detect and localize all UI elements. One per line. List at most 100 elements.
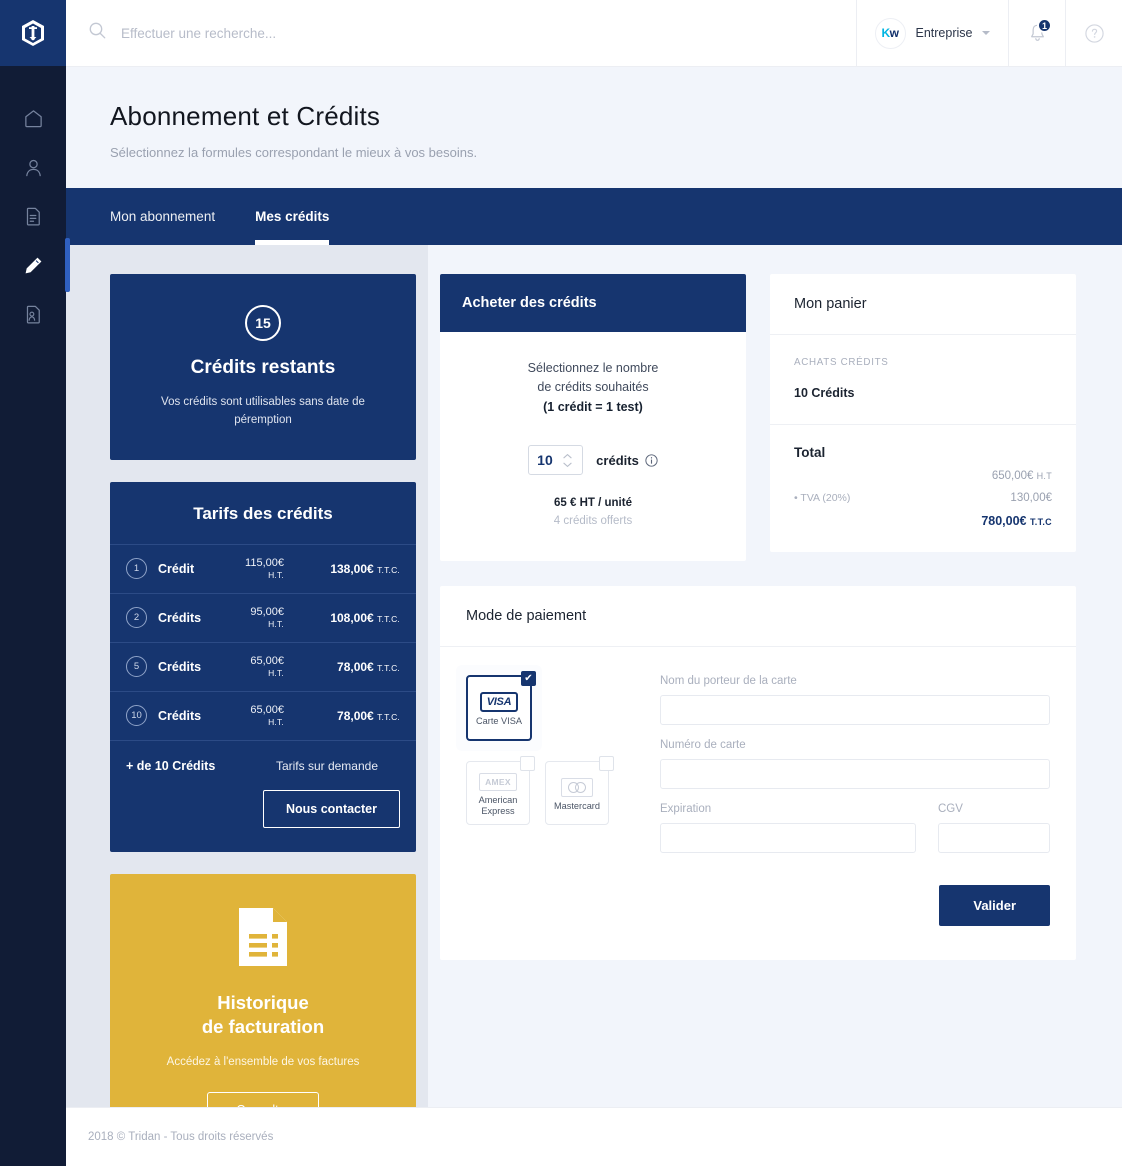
tariff-ttc-suffix: T.T.C. bbox=[377, 564, 400, 575]
stepper-arrows[interactable] bbox=[563, 453, 572, 468]
right-region: Kw Entreprise 1 bbox=[66, 0, 1122, 1166]
mastercard-logo-icon bbox=[561, 777, 593, 797]
chevron-down-icon bbox=[982, 31, 991, 35]
payment-method-amex[interactable]: AMEX American Express bbox=[466, 756, 535, 826]
tariff-ttc-suffix: T.T.C. bbox=[377, 662, 400, 673]
sidebar-item-edit[interactable] bbox=[0, 238, 70, 292]
visa-logo-icon: VISA bbox=[479, 692, 519, 713]
field-cardnumber: Numéro de carte bbox=[660, 739, 1050, 790]
tariffs-more-value: Tarifs sur demande bbox=[275, 758, 378, 773]
tab-bar: Mon abonnement Mes crédits bbox=[66, 188, 1122, 245]
field-expiration: Expiration bbox=[660, 803, 916, 854]
tariff-ht-cell: 115,00€ H.T. bbox=[236, 557, 292, 581]
billing-title-line1: Historique bbox=[217, 991, 309, 1013]
account-name: Entreprise bbox=[915, 26, 973, 40]
cart-line-ttc: 780,00€ T.T.C bbox=[794, 514, 1052, 528]
buy-lead-line2: de crédits souhaités bbox=[537, 380, 649, 395]
payment-method-visa[interactable]: ✔ VISA Carte VISA bbox=[466, 671, 536, 742]
avatar: Kw bbox=[874, 17, 906, 49]
search-icon bbox=[88, 21, 107, 45]
table-row: 10 Crédits 65,00€ H.T. 78,00€ T.T.C. bbox=[110, 690, 416, 740]
tab-mon-abonnement[interactable]: Mon abonnement bbox=[110, 188, 215, 245]
credits-remaining-label: Crédits restants bbox=[190, 357, 336, 378]
tariff-ttc-value: 108,00€ bbox=[330, 610, 374, 625]
tariff-ht-value: 115,00€ bbox=[245, 556, 284, 569]
cardholder-input[interactable] bbox=[660, 695, 1050, 726]
tariff-ht-cell: 65,00€ H.T. bbox=[236, 655, 292, 679]
sidebar-item-home[interactable] bbox=[0, 94, 66, 143]
tariffs-more-label: + de 10 Crédits bbox=[126, 758, 216, 773]
sidebar-item-documents[interactable] bbox=[0, 192, 66, 241]
quantity-control: crédits bbox=[460, 445, 726, 476]
quantity-stepper[interactable] bbox=[528, 445, 584, 476]
page-body: 15 Crédits restants Vos crédits sont uti… bbox=[66, 245, 1122, 1158]
tariffs-footer: + de 10 Crédits Tarifs sur demande Nous … bbox=[110, 739, 416, 848]
tariff-unit-label: Crédit bbox=[158, 561, 195, 576]
billing-title-line2: de facturation bbox=[201, 1015, 325, 1037]
contact-us-button[interactable]: Nous contacter bbox=[263, 789, 400, 828]
table-row: 1 Crédit 115,00€ H.T. 138,00€ T.T.C. bbox=[110, 543, 416, 593]
tariff-qty-badge: 10 bbox=[126, 705, 147, 727]
notifications-button[interactable]: 1 bbox=[1008, 0, 1065, 66]
page-title: Abonnement et Crédits bbox=[110, 101, 381, 131]
invoice-document-icon bbox=[239, 907, 287, 966]
document-user-icon bbox=[26, 305, 40, 324]
tariff-ttc-suffix: T.T.C. bbox=[377, 613, 400, 624]
field-label: Expiration bbox=[660, 803, 712, 816]
cart-line-value: 650,00€ H.T bbox=[992, 470, 1052, 482]
checkbox-empty-icon[interactable] bbox=[599, 756, 614, 772]
app-logo[interactable] bbox=[0, 0, 66, 66]
home-icon bbox=[24, 110, 42, 128]
sidebar-item-candidates[interactable] bbox=[0, 290, 66, 339]
expiration-input[interactable] bbox=[660, 823, 916, 854]
buy-credits-header: Acheter des crédits bbox=[440, 274, 746, 332]
cart-line-amount: 130,00€ bbox=[1010, 492, 1052, 504]
quantity-input[interactable] bbox=[537, 452, 564, 469]
tariff-unit-label: Crédits bbox=[158, 659, 202, 674]
sidebar-item-profile[interactable] bbox=[0, 143, 66, 192]
bonus-credits-text: 4 crédits offerts bbox=[553, 515, 633, 528]
cart-panel: Mon panier ACHATS CRÉDITS 10 Crédits Tot… bbox=[770, 274, 1076, 552]
tariff-qty-badge: 5 bbox=[126, 656, 147, 678]
help-button[interactable] bbox=[1065, 0, 1122, 66]
pencil-icon bbox=[25, 257, 42, 273]
chevron-up-icon[interactable] bbox=[563, 453, 572, 459]
validate-button[interactable]: Valider bbox=[939, 885, 1050, 927]
avatar-initial-2: w bbox=[889, 26, 899, 40]
topbar: Kw Entreprise 1 bbox=[66, 0, 1122, 67]
cart-line-ht: 650,00€ H.T bbox=[794, 470, 1052, 482]
payment-methods: ✔ VISA Carte VISA AMEX American Express … bbox=[456, 665, 636, 926]
payment-body: ✔ VISA Carte VISA AMEX American Express … bbox=[440, 647, 1076, 960]
tariff-ttc-cell: 78,00€ T.T.C. bbox=[292, 660, 400, 674]
tab-mes-credits[interactable]: Mes crédits bbox=[255, 188, 330, 245]
info-circle-icon[interactable] bbox=[645, 453, 658, 467]
left-column: 15 Crédits restants Vos crédits sont uti… bbox=[66, 245, 428, 1158]
payment-method-visa-wrap: ✔ VISA Carte VISA bbox=[456, 665, 636, 752]
cart-line-suffix: H.T bbox=[1036, 471, 1052, 481]
list-item: 10 Crédits bbox=[794, 386, 855, 400]
payment-method-label: Carte VISA bbox=[476, 716, 522, 727]
payment-method-mastercard[interactable]: Mastercard bbox=[545, 756, 614, 826]
credits-remaining-card: 15 Crédits restants Vos crédits sont uti… bbox=[110, 274, 416, 460]
checkbox-empty-icon[interactable] bbox=[520, 756, 535, 772]
account-menu[interactable]: Kw Entreprise bbox=[856, 0, 1008, 66]
field-label: CGV bbox=[938, 803, 963, 816]
tariff-ht-suffix: H.T. bbox=[268, 716, 284, 727]
credits-count-badge: 15 bbox=[245, 305, 281, 341]
tariff-ht-value: 95,00€ bbox=[250, 605, 284, 618]
tariff-ht-suffix: H.T. bbox=[268, 618, 284, 629]
billing-subtitle: Accédez à l'ensemble de vos factures bbox=[166, 1055, 360, 1068]
tariff-ht-suffix: H.T. bbox=[268, 667, 284, 678]
tariff-unit-label: Crédits bbox=[158, 708, 202, 723]
buy-credits-body: Sélectionnez le nombre de crédits souhai… bbox=[440, 332, 746, 561]
tariff-ttc-cell: 138,00€ T.T.C. bbox=[292, 562, 400, 576]
chevron-down-icon[interactable] bbox=[563, 462, 572, 468]
card-number-input[interactable] bbox=[660, 759, 1050, 790]
cgv-input[interactable] bbox=[938, 823, 1050, 854]
search-input[interactable] bbox=[121, 25, 813, 41]
footer: 2018 © Tridan - Tous droits réservés bbox=[66, 1107, 1122, 1166]
tariff-qty-badge: 1 bbox=[126, 558, 147, 580]
tariff-ht-value: 65,00€ bbox=[250, 654, 284, 667]
field-cgv: CGV bbox=[938, 803, 1050, 854]
field-row: Expiration CGV bbox=[660, 803, 1050, 867]
